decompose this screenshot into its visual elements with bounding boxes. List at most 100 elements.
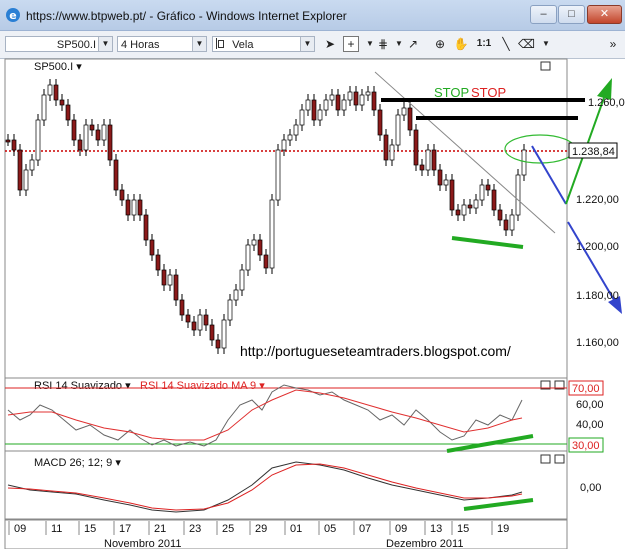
candle-body — [269, 199, 275, 269]
time-tick: 09 — [14, 523, 26, 535]
candle-body — [89, 124, 95, 131]
candle-body — [293, 124, 299, 136]
main-symbol-label[interactable]: SP500.I ▾ — [34, 61, 82, 73]
candle-body — [359, 94, 365, 106]
rsi-tick-60: 60,00 — [576, 399, 604, 411]
candle-body — [377, 109, 383, 136]
time-tick: 15 — [84, 523, 96, 535]
candle-body — [509, 214, 515, 231]
price-tick: 1.160,00 — [576, 337, 619, 349]
rsi-tick-30: 30,00 — [572, 440, 600, 452]
candle-body — [287, 134, 293, 141]
time-tick: 17 — [119, 523, 131, 535]
candle-body — [521, 149, 527, 176]
panel-close-icon[interactable] — [554, 454, 565, 464]
candle-body — [323, 99, 329, 111]
candle-body — [125, 199, 131, 216]
candle-body — [407, 107, 413, 131]
candle-body — [191, 321, 197, 331]
candle-body — [515, 174, 521, 216]
macd-tick-0: 0,00 — [580, 482, 601, 494]
candle-body — [83, 124, 89, 151]
candle-body — [239, 269, 245, 291]
time-tick: 09 — [395, 523, 407, 535]
candle-body — [485, 184, 491, 191]
candle-body — [173, 274, 179, 301]
candle-body — [221, 319, 227, 349]
candle-body — [335, 94, 341, 111]
candle-body — [479, 184, 485, 201]
candle-body — [317, 109, 323, 121]
rsi-label[interactable]: RSI 14 Suavizado ▾ — [34, 380, 131, 392]
candle-body — [503, 219, 509, 231]
chart-svg[interactable]: SP500.I ▾ STOP STOP http://portuguesetea… — [0, 0, 625, 549]
candle-body — [347, 91, 353, 101]
candle-body — [431, 149, 437, 171]
price-tick: 1.200,00 — [576, 241, 619, 253]
panel-maximize-icon[interactable] — [540, 61, 551, 71]
rsi-ma-label[interactable]: RSI 14 Suavizado MA 9 ▾ — [140, 380, 265, 392]
candle-body — [59, 99, 65, 106]
time-tick: 07 — [359, 523, 371, 535]
candle-body — [257, 239, 263, 256]
candle-body — [419, 164, 425, 171]
candle-body — [5, 139, 11, 143]
candle-body — [437, 169, 443, 186]
candle-body — [53, 84, 59, 101]
candle-body — [161, 269, 167, 286]
candle-body — [65, 104, 71, 121]
candle-body — [425, 149, 431, 171]
candle-body — [143, 214, 149, 241]
candle-body — [467, 204, 473, 209]
candle-body — [251, 239, 257, 246]
candle-body — [341, 99, 347, 111]
candle-body — [491, 189, 497, 211]
price-tick: 1.180,00 — [576, 290, 619, 302]
candle-body — [461, 204, 467, 216]
candle-body — [41, 94, 47, 121]
panel-maximize-icon[interactable] — [540, 454, 551, 464]
candle-body — [95, 129, 101, 141]
month-label-dec: Dezembro 2011 — [386, 538, 463, 549]
candle-body — [215, 339, 221, 349]
macd-label[interactable]: MACD 26; 12; 9 ▾ — [34, 457, 121, 469]
candle-body — [281, 139, 287, 151]
candle-body — [107, 124, 113, 161]
candle-body — [383, 134, 389, 161]
candle-body — [71, 119, 77, 141]
stop-label-green: STOP — [434, 85, 469, 100]
candle-body — [47, 84, 53, 96]
candle-body — [149, 239, 155, 256]
watermark-url: http://portugueseteamtraders.blogspot.co… — [240, 343, 511, 359]
time-tick: 05 — [324, 523, 336, 535]
candle-body — [119, 189, 125, 201]
candle-body — [209, 324, 215, 341]
candle-body — [203, 314, 209, 326]
candle-body — [131, 199, 137, 216]
candle-body — [473, 199, 479, 209]
candle-body — [137, 199, 143, 216]
candle-body — [353, 91, 359, 106]
candle-body — [311, 99, 317, 121]
rsi-tick-40: 40,00 — [576, 419, 604, 431]
stop-label-red: STOP — [471, 85, 506, 100]
candle-body — [17, 149, 23, 191]
candle-body — [305, 99, 311, 111]
candle-body — [443, 179, 449, 186]
candle-body — [113, 159, 119, 191]
candle-body — [497, 209, 503, 221]
time-tick: 01 — [290, 523, 302, 535]
time-tick: 15 — [457, 523, 469, 535]
candle-body — [29, 159, 35, 171]
candle-body — [245, 244, 251, 271]
rsi-tick-70: 70,00 — [572, 383, 600, 395]
candle-body — [11, 139, 17, 151]
candle-body — [101, 124, 107, 141]
candle-body — [263, 254, 269, 269]
current-price-label: 1.238,84 — [572, 146, 615, 158]
candle-body — [395, 114, 401, 146]
time-axis: 09 11 15 17 21 23 25 29 01 05 07 09 13 15 19 — [8, 521, 509, 535]
time-tick: 25 — [222, 523, 234, 535]
candle-body — [227, 299, 233, 321]
candle-body — [155, 254, 161, 271]
